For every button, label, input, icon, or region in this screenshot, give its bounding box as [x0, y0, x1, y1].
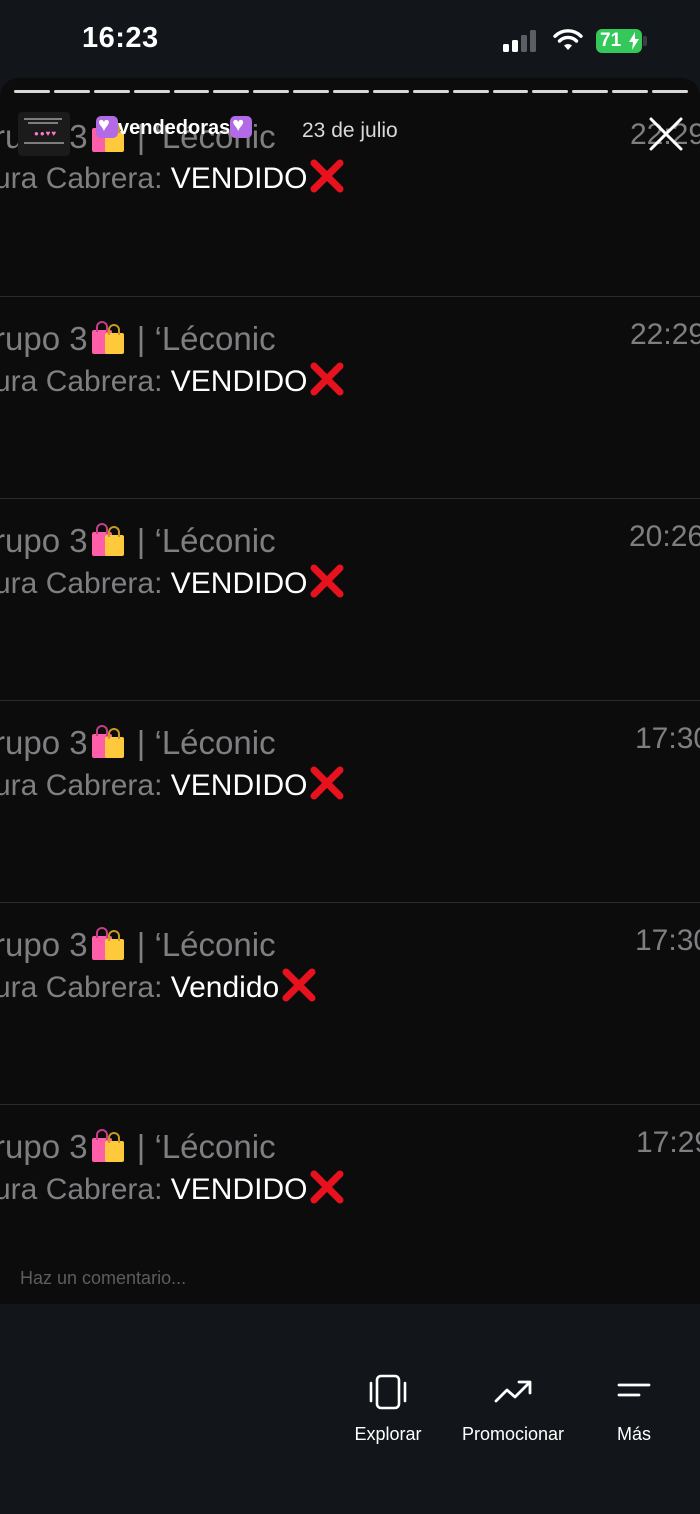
promote-label: Promocionar [461, 1424, 565, 1444]
chat-title-prefix: rupo 3 [0, 320, 88, 357]
status-time: 16:23 [82, 22, 159, 54]
red-cross-icon [310, 766, 344, 800]
message-sender: ura Cabrera: [0, 1173, 163, 1206]
chat-title: rupo 3 | ‘Léconic [0, 320, 276, 358]
battery-indicator: 71 [596, 29, 642, 53]
message-sender: ura Cabrera: [0, 162, 163, 195]
explore-label: Explorar [354, 1424, 422, 1444]
story-date: 23 de julio [302, 119, 398, 142]
message-text: VENDIDO [170, 365, 308, 398]
shopping-bags-icon [91, 1129, 124, 1162]
story-username[interactable]: vendedoras [96, 114, 253, 140]
chat-title: rupo 3 | ‘Léconic [0, 926, 276, 964]
more-button[interactable]: Más [610, 1374, 658, 1445]
message-sender: ura Cabrera: [0, 769, 163, 802]
list-item: rupo 3 | ‘Léconic 20:26 ura Cabrera: VEN… [0, 498, 700, 701]
chat-title-suffix: | ‘Léconic [136, 724, 276, 761]
close-icon[interactable] [646, 114, 686, 154]
chat-list: rupo 3 | ‘Léconic 22:29 ura Cabrera: VEN… [0, 78, 700, 1278]
promote-button[interactable]: Promocionar [456, 1374, 570, 1445]
list-item: rupo 3 | ‘Léconic 22:29 ura Cabrera: VEN… [0, 296, 700, 499]
charging-bolt-icon [629, 32, 639, 50]
chat-time: 17:29 [636, 1126, 700, 1159]
story-progress-bar [14, 90, 688, 94]
message-sender: ura Cabrera: [0, 567, 163, 600]
purple-heart-icon [230, 114, 253, 138]
chat-title: rupo 3 | ‘Léconic [0, 522, 276, 560]
trending-up-icon [494, 1380, 532, 1403]
bottom-toolbar: Explorar Promocionar Más [0, 1304, 700, 1514]
message-sender: ura Cabrera: [0, 971, 163, 1004]
chat-message: ura Cabrera: VENDIDO [0, 1169, 345, 1207]
chat-message: ura Cabrera: VENDIDO [0, 361, 345, 399]
message-sender: ura Cabrera: [0, 365, 163, 398]
red-cross-icon [310, 159, 344, 193]
red-cross-icon [310, 362, 344, 396]
red-cross-icon [310, 1170, 344, 1204]
chat-time: 17:30 [635, 722, 700, 755]
chat-title-suffix: | ‘Léconic [136, 320, 276, 357]
purple-heart-icon [96, 114, 118, 138]
chat-title-suffix: | ‘Léconic [136, 522, 276, 559]
comment-input[interactable]: Haz un comentario... [20, 1268, 186, 1289]
chat-title: rupo 3 | ‘Léconic [0, 724, 276, 762]
chat-title-suffix: | ‘Léconic [136, 1128, 276, 1165]
battery-cap [643, 36, 647, 46]
chat-title-prefix: rupo 3 [0, 724, 88, 761]
chat-title-prefix: rupo 3 [0, 926, 88, 963]
chat-time: 22:29 [630, 318, 700, 351]
chat-message: ura Cabrera: VENDIDO [0, 563, 345, 601]
more-label: Más [616, 1424, 651, 1444]
story-username-text: vendedoras [118, 117, 231, 139]
chat-title: rupo 3 | ‘Léconic [0, 1128, 276, 1166]
story-viewer[interactable]: rupo 3 | ‘Léconic 22:29 ura Cabrera: VEN… [0, 78, 700, 1304]
shopping-bags-icon [91, 927, 124, 960]
explore-icon [369, 1374, 407, 1410]
message-text: Vendido [170, 971, 280, 1004]
chat-message: ura Cabrera: VENDIDO [0, 765, 345, 803]
message-text: VENDIDO [170, 567, 308, 600]
message-text: VENDIDO [170, 1173, 308, 1206]
wifi-icon [553, 29, 583, 50]
menu-lines-icon [617, 1383, 651, 1397]
avatar[interactable]: ●●♥♥ [18, 112, 70, 156]
list-item: rupo 3 | ‘Léconic 17:30 ura Cabrera: VEN… [0, 700, 700, 903]
list-item: rupo 3 | ‘Léconic 17:30 ura Cabrera: Ven… [0, 902, 700, 1105]
story-header: ●●♥♥ vendedoras 23 de julio [0, 106, 700, 158]
battery-level: 71 [600, 30, 622, 51]
message-text: VENDIDO [170, 769, 308, 802]
chat-time: 17:30 [635, 924, 700, 957]
chat-title-prefix: rupo 3 [0, 522, 88, 559]
message-text: VENDIDO [170, 162, 308, 195]
chat-message: ura Cabrera: VENDIDO [0, 158, 345, 196]
chat-title-prefix: rupo 3 [0, 1128, 88, 1165]
shopping-bags-icon [91, 725, 124, 758]
status-bar: 16:23 71 [0, 0, 700, 80]
red-cross-icon [310, 564, 344, 598]
cellular-signal-icon [503, 30, 541, 52]
explore-button[interactable]: Explorar [351, 1374, 425, 1445]
chat-message: ura Cabrera: Vendido [0, 967, 317, 1005]
chat-time: 20:26 [629, 520, 700, 553]
shopping-bags-icon [91, 321, 124, 354]
red-cross-icon [282, 968, 316, 1002]
shopping-bags-icon [91, 523, 124, 556]
chat-title-suffix: | ‘Léconic [136, 926, 276, 963]
